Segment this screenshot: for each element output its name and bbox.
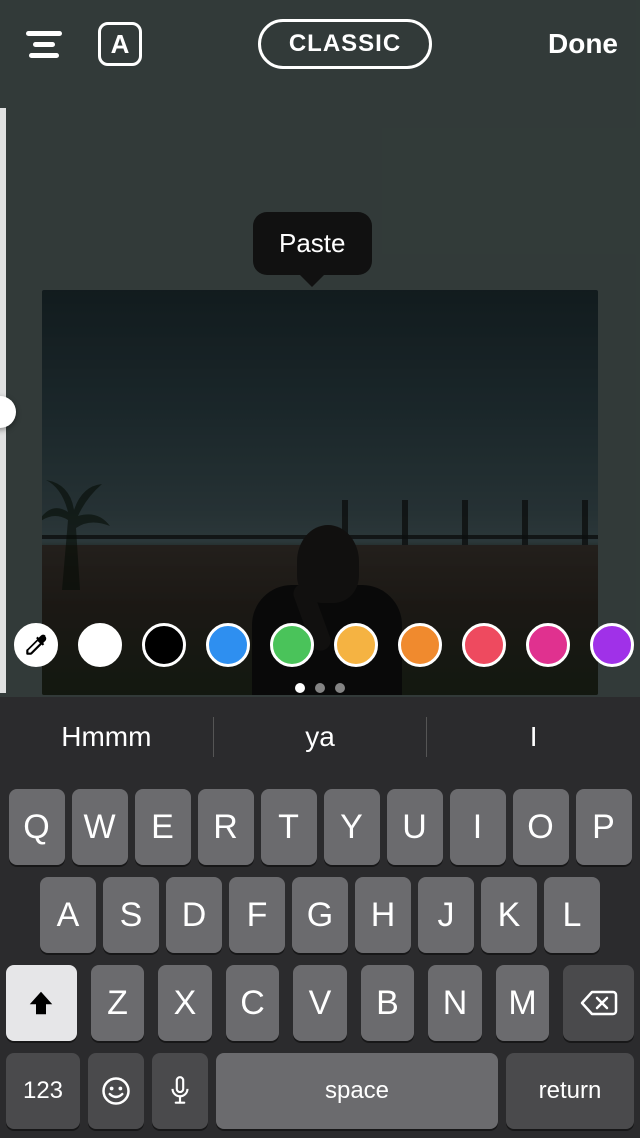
- eyedropper-button[interactable]: [14, 623, 58, 667]
- key-y[interactable]: Y: [324, 789, 380, 865]
- key-m[interactable]: M: [496, 965, 550, 1041]
- suggestion[interactable]: Hmmm: [0, 721, 213, 753]
- color-swatch[interactable]: [526, 623, 570, 667]
- color-swatch[interactable]: [78, 623, 122, 667]
- key-f[interactable]: F: [229, 877, 285, 953]
- key-o[interactable]: O: [513, 789, 569, 865]
- key-q[interactable]: Q: [9, 789, 65, 865]
- keyboard-row-4: 123 space return: [0, 1053, 640, 1129]
- key-z[interactable]: Z: [91, 965, 145, 1041]
- editor-header: A CLASSIC Done: [0, 0, 640, 88]
- page-dot[interactable]: [335, 683, 345, 693]
- backspace-icon: [580, 989, 618, 1017]
- eyedropper-icon: [23, 632, 49, 658]
- numbers-key[interactable]: 123: [6, 1053, 80, 1129]
- emoji-icon: [101, 1076, 131, 1106]
- dictation-key[interactable]: [152, 1053, 208, 1129]
- microphone-icon: [167, 1075, 193, 1107]
- return-key[interactable]: return: [506, 1053, 634, 1129]
- key-s[interactable]: S: [103, 877, 159, 953]
- page-dot[interactable]: [315, 683, 325, 693]
- emoji-key[interactable]: [88, 1053, 144, 1129]
- font-letter: A: [111, 29, 130, 60]
- align-icon: [26, 31, 62, 36]
- keyboard-suggestions: Hmmm ya I: [0, 697, 640, 777]
- story-text-editor-screen: Paste A CLASSIC Done Hmmm: [0, 0, 640, 1138]
- color-swatch[interactable]: [590, 623, 634, 667]
- align-icon: [29, 53, 59, 58]
- paste-menu-item[interactable]: Paste: [253, 212, 372, 275]
- key-l[interactable]: L: [544, 877, 600, 953]
- color-swatch[interactable]: [206, 623, 250, 667]
- key-n[interactable]: N: [428, 965, 482, 1041]
- key-x[interactable]: X: [158, 965, 212, 1041]
- page-dot[interactable]: [295, 683, 305, 693]
- text-style-pill[interactable]: CLASSIC: [258, 19, 432, 69]
- shift-key[interactable]: [6, 965, 77, 1041]
- color-swatch[interactable]: [270, 623, 314, 667]
- key-t[interactable]: T: [261, 789, 317, 865]
- key-a[interactable]: A: [40, 877, 96, 953]
- key-u[interactable]: U: [387, 789, 443, 865]
- key-k[interactable]: K: [481, 877, 537, 953]
- key-w[interactable]: W: [72, 789, 128, 865]
- color-swatch[interactable]: [142, 623, 186, 667]
- key-g[interactable]: G: [292, 877, 348, 953]
- key-r[interactable]: R: [198, 789, 254, 865]
- backspace-key[interactable]: [563, 965, 634, 1041]
- key-h[interactable]: H: [355, 877, 411, 953]
- key-b[interactable]: B: [361, 965, 415, 1041]
- color-swatch[interactable]: [398, 623, 442, 667]
- keyboard-row-2: ASDFGHJKL: [0, 877, 640, 953]
- keyboard-row-3: ZXCVBNM: [0, 965, 640, 1041]
- space-key[interactable]: space: [216, 1053, 498, 1129]
- font-style-button[interactable]: A: [98, 22, 142, 66]
- palette-page-dots: [0, 678, 640, 698]
- ios-keyboard: Hmmm ya I QWERTYUIOP ASDFGHJKL ZXCVBNM 1…: [0, 697, 640, 1138]
- align-icon: [33, 42, 55, 47]
- key-j[interactable]: J: [418, 877, 474, 953]
- key-v[interactable]: V: [293, 965, 347, 1041]
- done-button[interactable]: Done: [548, 28, 618, 60]
- color-swatch[interactable]: [462, 623, 506, 667]
- keyboard-row-1: QWERTYUIOP: [0, 789, 640, 865]
- key-e[interactable]: E: [135, 789, 191, 865]
- text-align-button[interactable]: [22, 22, 66, 66]
- color-swatch[interactable]: [334, 623, 378, 667]
- suggestion[interactable]: I: [427, 721, 640, 753]
- key-c[interactable]: C: [226, 965, 280, 1041]
- color-palette-row: [0, 618, 640, 672]
- key-i[interactable]: I: [450, 789, 506, 865]
- key-d[interactable]: D: [166, 877, 222, 953]
- shift-icon: [26, 988, 56, 1018]
- suggestion[interactable]: ya: [214, 721, 427, 753]
- header-left-group: A: [22, 22, 142, 66]
- key-p[interactable]: P: [576, 789, 632, 865]
